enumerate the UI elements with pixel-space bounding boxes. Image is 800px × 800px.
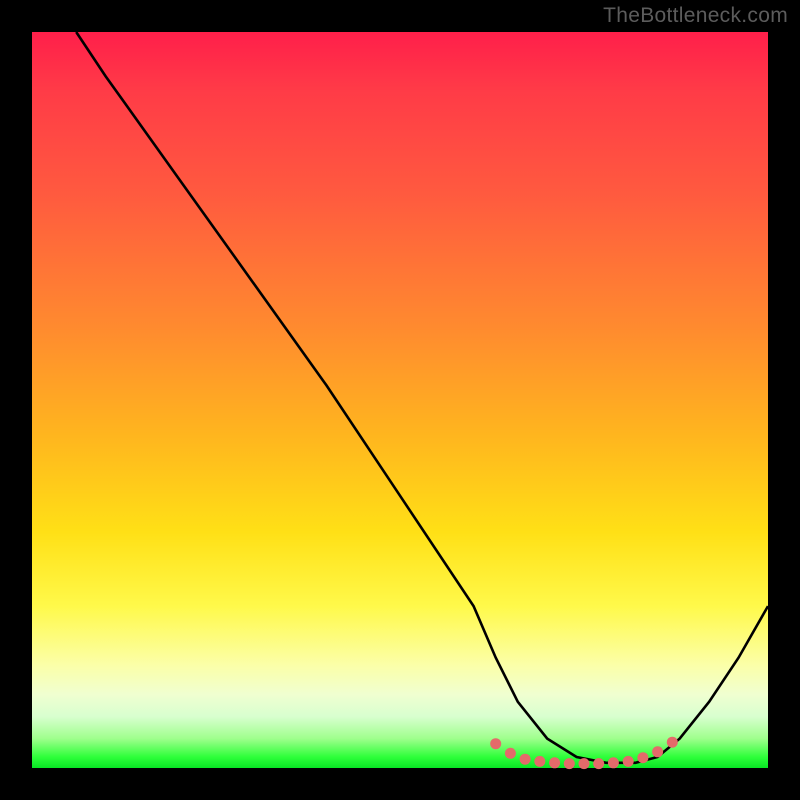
plot-area [32,32,768,768]
highlight-dot [564,758,575,769]
highlight-dot [549,757,560,768]
highlight-dot [534,756,545,767]
highlight-dot [505,748,516,759]
highlight-dots [490,737,678,769]
highlight-dot [579,758,590,769]
highlight-dot [667,737,678,748]
highlight-dot [652,746,663,757]
watermark-text: TheBottleneck.com [603,4,788,28]
bottleneck-curve [76,32,768,763]
highlight-dot [637,752,648,763]
highlight-dot [520,754,531,765]
highlight-dot [593,758,604,769]
chart-frame: TheBottleneck.com [0,0,800,800]
highlight-dot [490,738,501,749]
highlight-dot [623,756,634,767]
curve-layer [32,32,768,768]
highlight-dot [608,757,619,768]
